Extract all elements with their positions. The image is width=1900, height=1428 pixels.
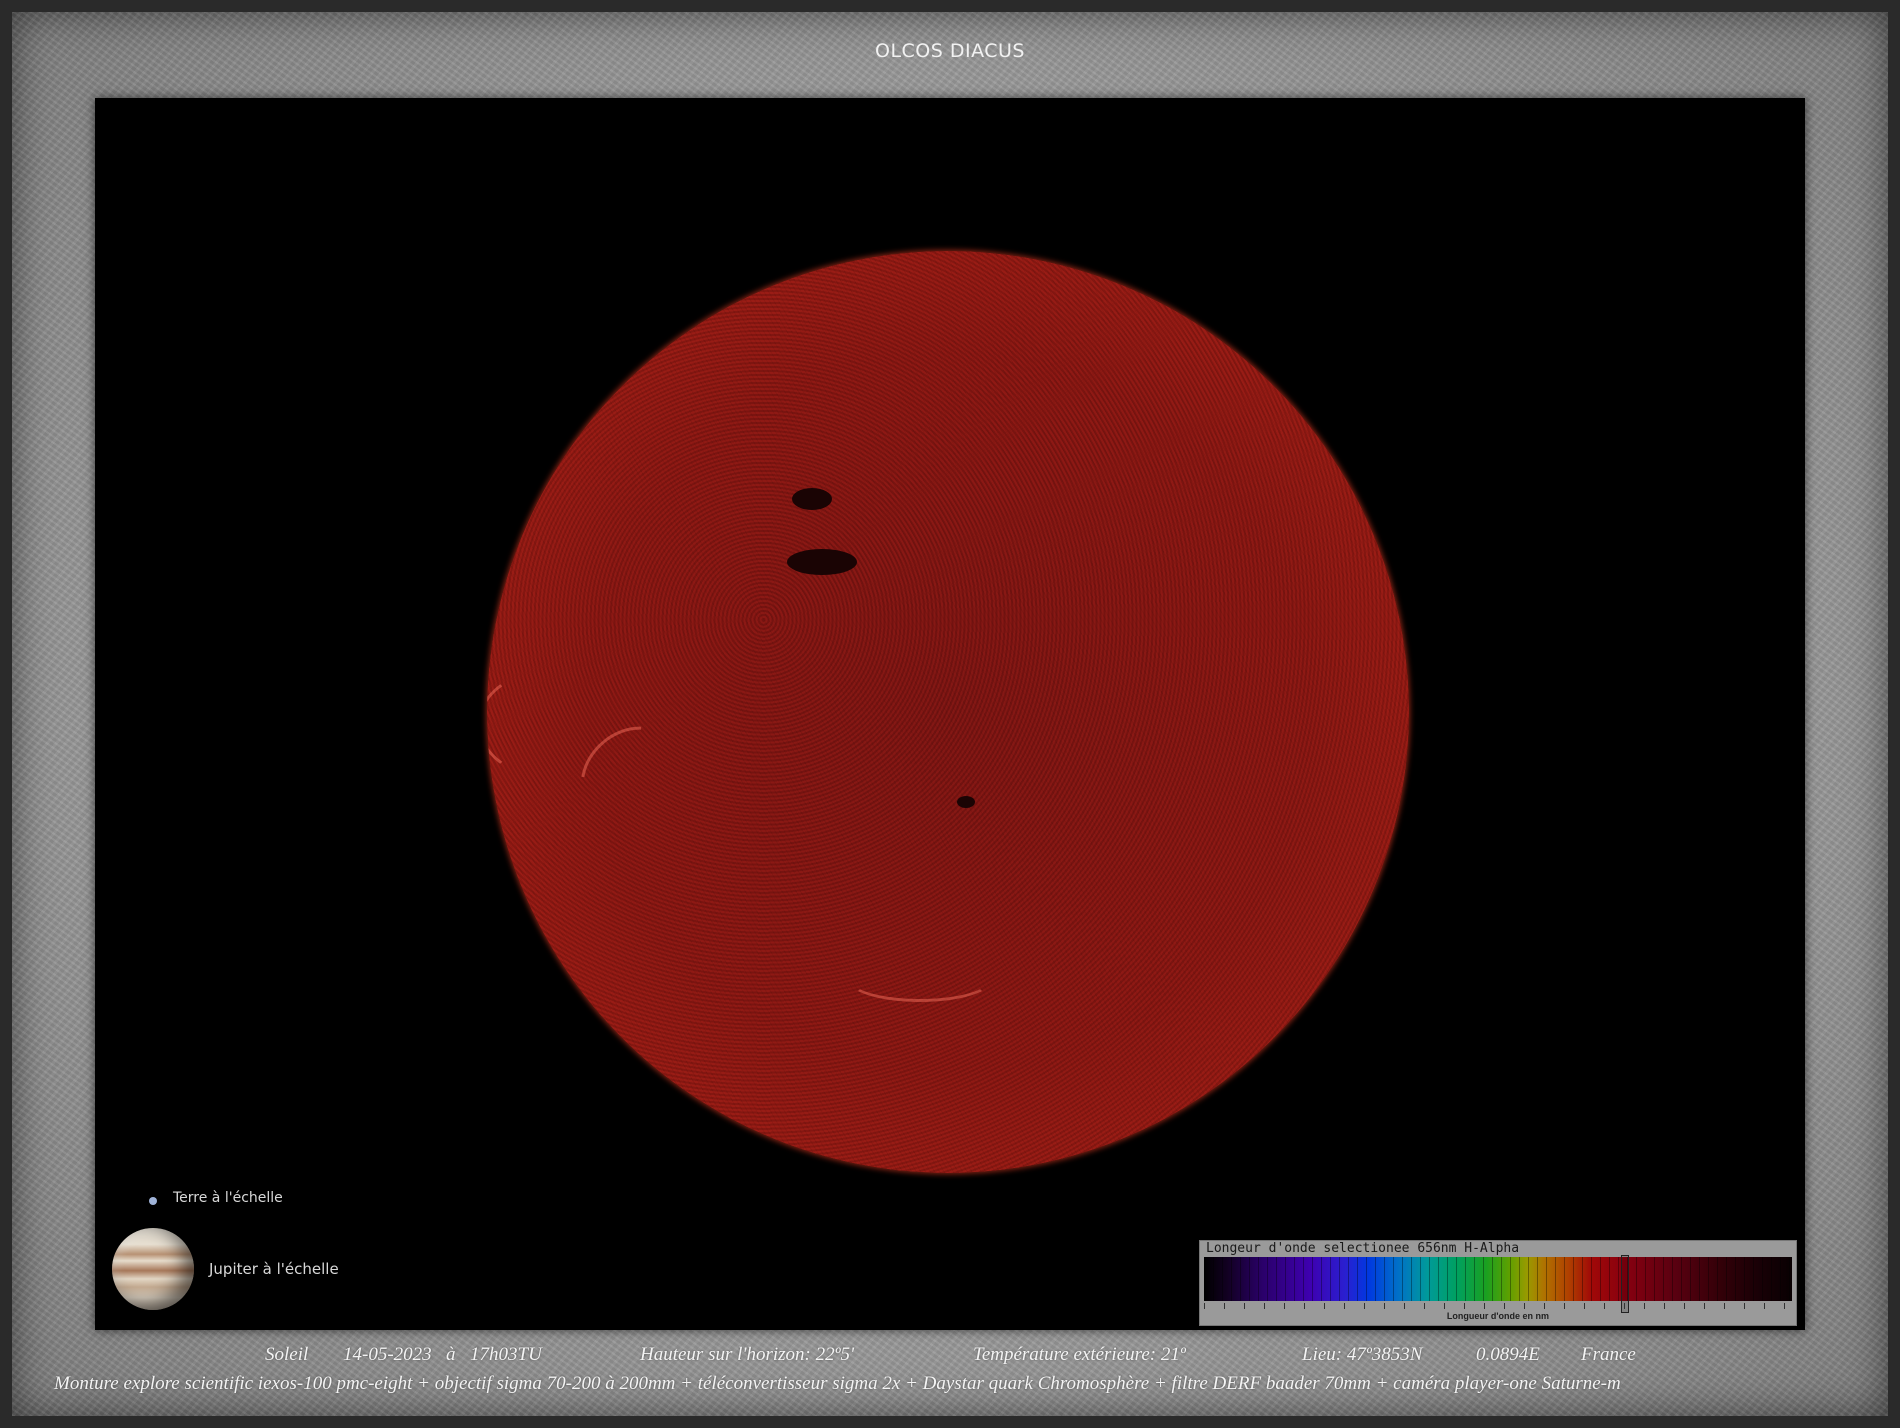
caption-equipment: Monture explore scientific iexos-100 pmc…: [54, 1373, 1621, 1394]
caption-longitude: 0.0894E: [1476, 1344, 1540, 1365]
sunspot-group: [787, 549, 857, 575]
caption-temperature: Température extérieure: 21º: [973, 1344, 1186, 1365]
spectrum-title: Longeur d'onde selectionee 656nm H-Alpha: [1206, 1241, 1520, 1256]
spectrum-axis-label: Longueur d'onde en nm: [1446, 1311, 1550, 1321]
image-panel: Terre à l'échelle Jupiter à l'échelle Lo…: [95, 98, 1805, 1330]
caption-date: 14-05-2023: [343, 1344, 432, 1365]
earth-scale-label: Terre à l'échelle: [173, 1190, 283, 1206]
jupiter-scale-label: Jupiter à l'échelle: [209, 1260, 339, 1278]
caption-location: Lieu: 47º3853N: [1302, 1344, 1423, 1365]
spectrum-bar: [1204, 1257, 1792, 1301]
sunspot: [957, 796, 975, 808]
spectrum-ticks: [1204, 1303, 1792, 1309]
caption-altitude: Hauteur sur l'horizon: 22º5': [640, 1344, 855, 1365]
jupiter-scale-image: [112, 1228, 194, 1310]
caption-country: France: [1581, 1344, 1636, 1365]
caption-object: Soleil: [265, 1344, 309, 1365]
caption-at: à: [446, 1344, 456, 1365]
caption-time: 17h03TU: [470, 1344, 542, 1365]
filament: [847, 956, 993, 1002]
page-title: OLCOS DIACUS: [875, 40, 1025, 62]
sun-disk-image: [487, 251, 1409, 1173]
spectrum-widget: Longeur d'onde selectionee 656nm H-Alpha…: [1199, 1240, 1797, 1326]
earth-scale-dot: [149, 1197, 157, 1205]
sunspot-group: [792, 488, 832, 510]
